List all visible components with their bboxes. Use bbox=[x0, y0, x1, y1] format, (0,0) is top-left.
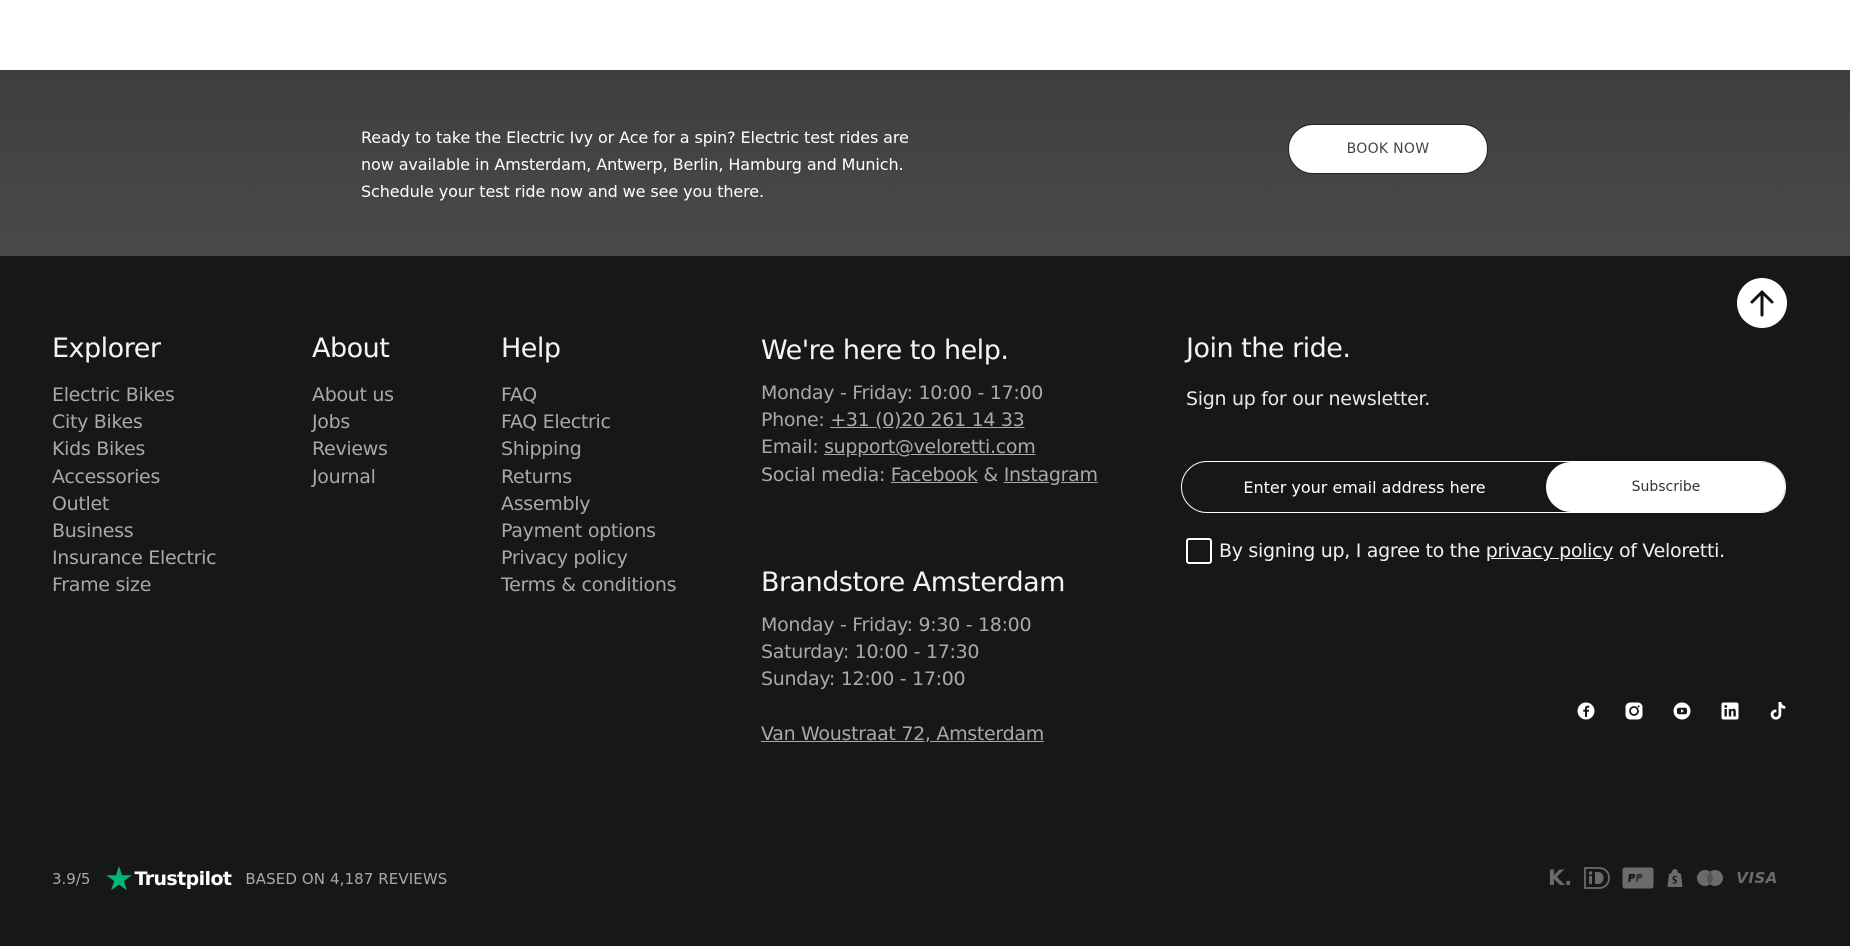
consent-row: By signing up, I agree to the privacy po… bbox=[1186, 538, 1725, 564]
help-column: Help FAQ FAQ Electric Shipping Returns A… bbox=[501, 332, 677, 600]
explorer-column: Explorer Electric Bikes City Bikes Kids … bbox=[52, 332, 217, 600]
trustpilot-logo: Trustpilot bbox=[106, 866, 232, 891]
about-link-jobs[interactable]: Jobs bbox=[312, 409, 394, 436]
trustpilot-rating[interactable]: 3.9/5 Trustpilot BASED ON 4,187 REVIEWS bbox=[52, 866, 447, 891]
explorer-link-insurance-electric[interactable]: Insurance Electric bbox=[52, 545, 217, 572]
explorer-heading: Explorer bbox=[52, 333, 161, 364]
facebook-icon[interactable] bbox=[1576, 701, 1596, 721]
about-column: About About us Jobs Reviews Journal bbox=[312, 332, 394, 491]
payment-methods: K. VISA bbox=[1548, 866, 1778, 890]
explorer-link-business[interactable]: Business bbox=[52, 518, 216, 545]
social-label: Social media: bbox=[761, 463, 891, 486]
brandstore-block: Brandstore Amsterdam Monday - Friday: 9:… bbox=[761, 566, 1141, 748]
store-weekday-hours: Monday - Friday: 9:30 - 18:00 bbox=[761, 614, 1032, 636]
help-link-faq-electric[interactable]: FAQ Electric bbox=[501, 409, 676, 436]
consent-suffix: of Veloretti. bbox=[1613, 540, 1725, 562]
arrow-up-icon bbox=[1750, 290, 1774, 317]
explorer-link-electric-bikes[interactable]: Electric Bikes bbox=[52, 382, 216, 409]
email-label: Email: bbox=[761, 436, 825, 459]
contact-hours: Monday - Friday: 10:00 - 17:00 bbox=[761, 382, 1044, 404]
facebook-link[interactable]: Facebook bbox=[891, 464, 978, 486]
help-link-privacy-policy[interactable]: Privacy policy bbox=[501, 545, 676, 572]
explorer-link-outlet[interactable]: Outlet bbox=[52, 491, 216, 518]
about-heading: About bbox=[312, 333, 390, 364]
brandstore-heading: Brandstore Amsterdam bbox=[761, 567, 1065, 598]
star-icon bbox=[106, 866, 133, 891]
klarna-icon: K. bbox=[1548, 866, 1572, 890]
contact-social-line: Social media: Facebook & Instagram bbox=[761, 462, 1141, 489]
explorer-link-accessories[interactable]: Accessories bbox=[52, 464, 216, 491]
about-link-about-us[interactable]: About us bbox=[312, 382, 394, 409]
newsletter-heading: Join the ride. bbox=[1186, 333, 1351, 364]
instagram-icon[interactable] bbox=[1624, 701, 1644, 721]
consent-text: By signing up, I agree to the privacy po… bbox=[1219, 540, 1725, 562]
shopify-pay-icon bbox=[1666, 868, 1684, 888]
contact-heading: We're here to help. bbox=[761, 335, 1009, 366]
visa-icon: VISA bbox=[1736, 869, 1778, 887]
banner-text: Ready to take the Electric Ivy or Ace fo… bbox=[361, 128, 909, 201]
help-link-payment-options[interactable]: Payment options bbox=[501, 518, 676, 545]
youtube-icon[interactable] bbox=[1672, 701, 1692, 721]
store-address-link[interactable]: Van Woustraat 72, Amsterdam bbox=[761, 723, 1044, 745]
newsletter-subtitle: Sign up for our newsletter. bbox=[1186, 388, 1431, 410]
instagram-link[interactable]: Instagram bbox=[1004, 464, 1098, 486]
about-link-reviews[interactable]: Reviews bbox=[312, 436, 394, 463]
klarna-label: K. bbox=[1548, 866, 1573, 890]
test-ride-banner: Ready to take the Electric Ivy or Ace fo… bbox=[0, 70, 1850, 256]
consent-checkbox[interactable] bbox=[1186, 538, 1212, 564]
store-sunday-hours: Sunday: 12:00 - 17:00 bbox=[761, 668, 966, 691]
help-link-assembly[interactable]: Assembly bbox=[501, 491, 676, 518]
contact-phone-line: Phone: +31 (0)20 261 14 33 bbox=[761, 407, 1141, 434]
mastercard-icon bbox=[1696, 869, 1724, 887]
help-link-returns[interactable]: Returns bbox=[501, 464, 676, 491]
about-link-journal[interactable]: Journal bbox=[312, 464, 394, 491]
trustpilot-brand: Trustpilot bbox=[134, 867, 232, 890]
explorer-link-city-bikes[interactable]: City Bikes bbox=[52, 409, 216, 436]
help-link-faq[interactable]: FAQ bbox=[501, 382, 676, 409]
phone-link[interactable]: +31 (0)20 261 14 33 bbox=[830, 409, 1025, 431]
store-saturday-hours: Saturday: 10:00 - 17:30 bbox=[761, 641, 980, 664]
tiktok-icon[interactable] bbox=[1768, 701, 1788, 721]
visa-label: VISA bbox=[1736, 869, 1778, 887]
consent-prefix: By signing up, I agree to the bbox=[1219, 540, 1486, 562]
ampersand: & bbox=[977, 463, 1004, 486]
social-icons bbox=[1576, 701, 1788, 721]
phone-label: Phone: bbox=[761, 409, 831, 432]
explorer-link-kids-bikes[interactable]: Kids Bikes bbox=[52, 436, 216, 463]
newsletter-block: Join the ride. Sign up for our newslette… bbox=[1186, 332, 1786, 410]
help-link-terms[interactable]: Terms & conditions bbox=[501, 572, 677, 599]
ideal-icon bbox=[1584, 867, 1611, 889]
scroll-to-top-button[interactable] bbox=[1737, 278, 1787, 328]
paypal-icon bbox=[1622, 867, 1654, 889]
top-white-area bbox=[0, 0, 1850, 70]
newsletter-form: Subscribe bbox=[1181, 461, 1786, 513]
help-heading: Help bbox=[501, 333, 561, 364]
email-link[interactable]: support@veloretti.com bbox=[824, 436, 1036, 458]
explorer-link-frame-size[interactable]: Frame size bbox=[52, 572, 216, 599]
rating-score: 3.9/5 bbox=[52, 869, 91, 888]
contact-block: We're here to help. Monday - Friday: 10:… bbox=[761, 334, 1141, 489]
contact-email-line: Email: support@veloretti.com bbox=[761, 434, 1141, 461]
linkedin-icon[interactable] bbox=[1720, 701, 1740, 721]
help-link-shipping[interactable]: Shipping bbox=[501, 436, 676, 463]
review-count: BASED ON 4,187 REVIEWS bbox=[245, 869, 448, 888]
subscribe-button[interactable]: Subscribe bbox=[1546, 462, 1785, 512]
privacy-policy-link[interactable]: privacy policy bbox=[1486, 540, 1614, 562]
book-now-button[interactable]: BOOK NOW bbox=[1288, 124, 1488, 174]
site-footer: Explorer Electric Bikes City Bikes Kids … bbox=[0, 256, 1850, 946]
email-input[interactable] bbox=[1182, 462, 1547, 512]
